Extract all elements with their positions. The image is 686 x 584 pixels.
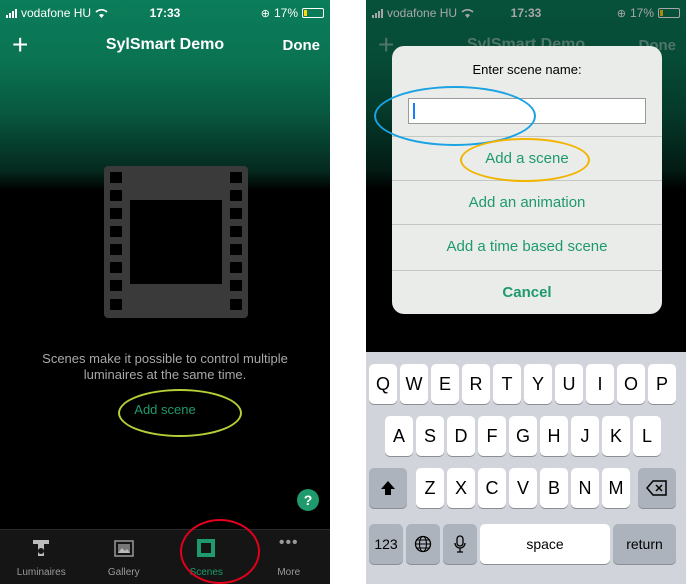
key-o[interactable]: O — [617, 364, 645, 404]
key-x[interactable]: X — [447, 468, 475, 508]
key-g[interactable]: G — [509, 416, 537, 456]
luminaire-icon — [33, 540, 50, 556]
tab-gallery[interactable]: Gallery — [83, 530, 166, 584]
key-a[interactable]: A — [385, 416, 413, 456]
tab-label-luminaires: Luminaires — [16, 567, 66, 578]
key-y[interactable]: Y — [524, 364, 552, 404]
highlight-circle-red — [180, 519, 260, 584]
key-q[interactable]: Q — [369, 364, 397, 404]
key-j[interactable]: J — [571, 416, 599, 456]
nav-bar: + SylSmart Demo Done — [0, 26, 330, 70]
phone-screen-add-scene-dialog: vodafone HU 17:33 ⊕ 17% + SylSmart Demo … — [366, 0, 686, 584]
key-r[interactable]: R — [462, 364, 490, 404]
key-m[interactable]: M — [602, 468, 630, 508]
dictation-key[interactable] — [443, 524, 477, 564]
key-v[interactable]: V — [509, 468, 537, 508]
globe-icon — [414, 535, 432, 553]
space-key[interactable]: space — [480, 524, 610, 564]
key-p[interactable]: P — [648, 364, 676, 404]
highlight-circle-green — [118, 389, 242, 437]
backspace-icon — [646, 480, 667, 496]
shift-key[interactable] — [369, 468, 407, 508]
key-n[interactable]: N — [571, 468, 599, 508]
keyboard: Q W E R T Y U I O P A S D F G H J K L Z … — [366, 352, 686, 584]
key-z[interactable]: Z — [416, 468, 444, 508]
scenes-description: Scenes make it possible to control multi… — [42, 351, 288, 382]
help-button[interactable]: ? — [297, 489, 319, 511]
shift-arrow-icon — [381, 481, 395, 495]
key-d[interactable]: D — [447, 416, 475, 456]
gallery-icon — [114, 540, 134, 557]
numbers-key[interactable]: 123 — [369, 524, 403, 564]
globe-key[interactable] — [406, 524, 440, 564]
battery-icon — [302, 8, 324, 18]
lock-rotation-icon: ⊕ — [260, 7, 270, 20]
tab-more[interactable]: ••• More — [248, 530, 331, 584]
status-bar: vodafone HU 17:33 ⊕ 17% — [0, 0, 330, 26]
return-key[interactable]: return — [613, 524, 676, 564]
backspace-key[interactable] — [638, 468, 676, 508]
battery-percent: 17% — [273, 6, 298, 20]
done-button[interactable]: Done — [283, 37, 321, 54]
highlight-circle-blue — [374, 86, 536, 146]
key-l[interactable]: L — [633, 416, 661, 456]
cancel-button[interactable]: Cancel — [392, 270, 662, 314]
phone-screen-scenes: vodafone HU 17:33 ⊕ 17% + SylSmart Demo … — [0, 0, 330, 584]
more-dots-icon: ••• — [278, 534, 299, 551]
tab-luminaires[interactable]: Luminaires — [0, 530, 83, 584]
key-u[interactable]: U — [555, 364, 583, 404]
key-w[interactable]: W — [400, 364, 428, 404]
tab-bar: Luminaires Gallery Scenes ••• More — [0, 529, 330, 584]
highlight-circle-orange — [460, 138, 590, 182]
key-f[interactable]: F — [478, 416, 506, 456]
key-s[interactable]: S — [416, 416, 444, 456]
add-an-animation-button[interactable]: Add an animation — [392, 180, 662, 224]
tab-label-gallery: Gallery — [107, 567, 140, 578]
add-time-based-scene-button[interactable]: Add a time based scene — [392, 224, 662, 268]
tab-label-more: More — [277, 567, 301, 578]
key-b[interactable]: B — [540, 468, 568, 508]
key-i[interactable]: I — [586, 364, 614, 404]
dialog-title: Enter scene name: — [472, 62, 582, 77]
key-e[interactable]: E — [431, 364, 459, 404]
key-h[interactable]: H — [540, 416, 568, 456]
key-t[interactable]: T — [493, 364, 521, 404]
nav-title: SylSmart Demo — [105, 36, 225, 53]
film-strip-icon — [104, 166, 248, 318]
key-k[interactable]: K — [602, 416, 630, 456]
key-c[interactable]: C — [478, 468, 506, 508]
microphone-icon — [454, 535, 466, 553]
